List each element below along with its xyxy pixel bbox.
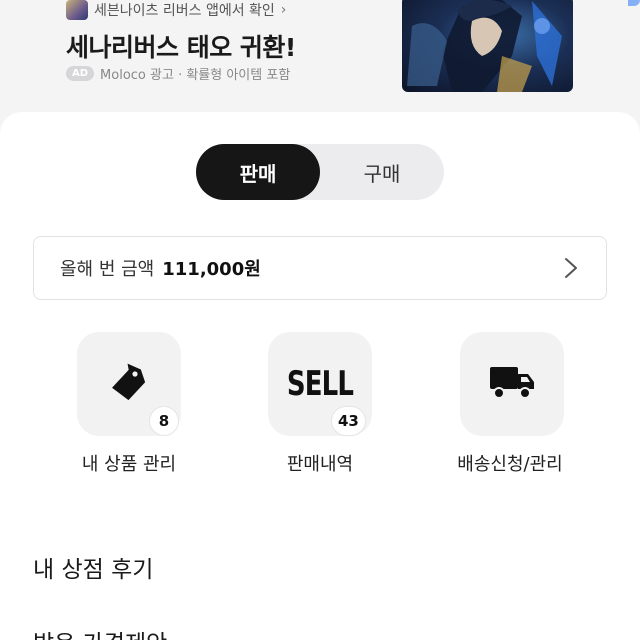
count-badge: 43 [331, 406, 366, 436]
ad-badge: AD [66, 66, 95, 81]
yearly-earnings-row[interactable]: 올해 번 금액 111,000원 [33, 236, 607, 300]
delivery-truck-icon [488, 363, 536, 405]
sell-buy-toggle: 판매 구매 [196, 144, 444, 200]
shop-reviews-title[interactable]: 내 상점 후기 [33, 550, 153, 584]
received-offers-title[interactable]: 받은 가격제안 [33, 624, 167, 640]
yearly-earnings-label: 올해 번 금액 [60, 259, 155, 280]
ad-meta: AD Moloco 광고 · 확률형 아이템 포함 [66, 64, 290, 83]
tab-buy[interactable]: 구매 [320, 144, 444, 200]
sales-history-label[interactable]: 판매내역 [230, 450, 410, 476]
count-badge: 8 [149, 406, 179, 436]
ad-source-link[interactable]: 세븐나이츠 리버스 앱에서 확인 › [66, 0, 286, 20]
sell-text-icon: SELL [286, 364, 354, 404]
delivery-management-button[interactable] [460, 332, 564, 436]
my-products-label[interactable]: 내 상품 관리 [39, 450, 219, 476]
yearly-earnings-value: 111,000원 [162, 259, 261, 280]
ad-source-text: 세븐나이츠 리버스 앱에서 확인 [94, 3, 275, 19]
ad-indicator [628, 0, 640, 6]
my-shop-panel: 판매 구매 올해 번 금액 111,000원 8 SELL 43 내 상품 관리… [0, 112, 640, 640]
app-icon [66, 0, 88, 20]
sales-history-button[interactable]: SELL 43 [268, 332, 372, 436]
ad-title[interactable]: 세나리버스 태오 귀환! [66, 28, 296, 64]
chevron-right-icon: › [280, 2, 287, 18]
tab-sell[interactable]: 판매 [196, 144, 320, 200]
ad-banner[interactable]: 세븐나이츠 리버스 앱에서 확인 › 세나리버스 태오 귀환! AD Moloc… [0, 0, 640, 112]
chevron-right-icon [564, 257, 578, 283]
price-tag-icon [109, 360, 149, 408]
delivery-management-label[interactable]: 배송신청/관리 [420, 450, 600, 476]
my-products-button[interactable]: 8 [77, 332, 181, 436]
ad-meta-text: Moloco 광고 · 확률형 아이템 포함 [100, 68, 291, 83]
ad-image[interactable] [402, 0, 573, 92]
